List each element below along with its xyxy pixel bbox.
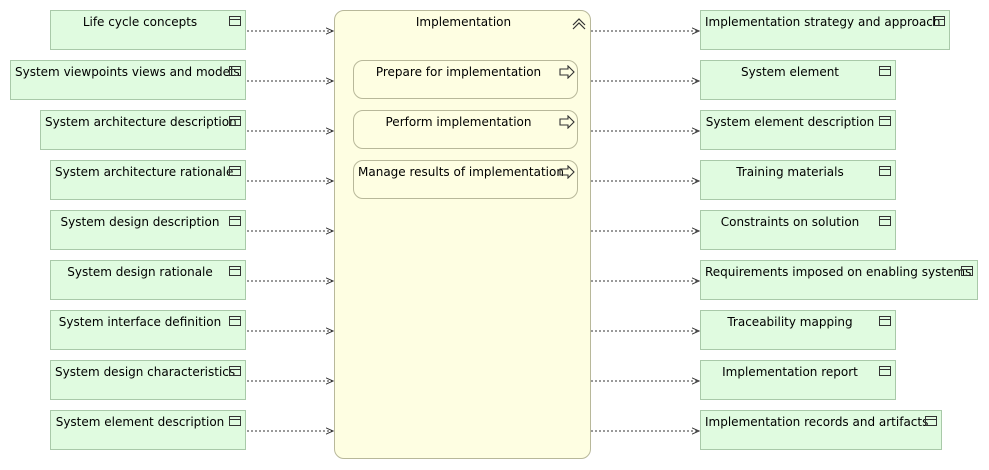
step-prepare[interactable]: Prepare for implementation: [353, 60, 578, 99]
business-object-icon: [961, 266, 973, 276]
input-system-design-rationale[interactable]: System design rationale: [50, 260, 246, 300]
business-object-icon: [879, 166, 891, 176]
output-label: Training materials: [736, 165, 844, 179]
process-implementation[interactable]: Implementation Prepare for implementatio…: [334, 10, 591, 459]
process-chevron-icon: [572, 18, 586, 30]
business-object-icon: [879, 66, 891, 76]
process-arrow-icon: [559, 115, 575, 129]
business-object-icon: [879, 316, 891, 326]
business-object-icon: [229, 266, 241, 276]
input-system-interface-definition[interactable]: System interface definition: [50, 310, 246, 350]
output-constraints-on-solution[interactable]: Constraints on solution: [700, 210, 896, 250]
output-label: Constraints on solution: [720, 215, 860, 229]
business-object-icon: [229, 116, 241, 126]
input-life-cycle-concepts[interactable]: Life cycle concepts: [50, 10, 246, 50]
output-implementation-report[interactable]: Implementation report: [700, 360, 896, 400]
input-label: System architecture description: [45, 115, 237, 129]
output-implementation-records[interactable]: Implementation records and artifacts: [700, 410, 942, 450]
output-label: Requirements imposed on enabling systems: [705, 265, 972, 279]
input-label: System viewpoints views and models: [15, 65, 240, 79]
output-label: System element: [740, 65, 840, 79]
output-label: Implementation report: [722, 365, 858, 379]
business-object-icon: [933, 16, 945, 26]
process-arrow-icon: [559, 165, 575, 179]
output-traceability-mapping[interactable]: Traceability mapping: [700, 310, 896, 350]
process-arrow-icon: [559, 65, 575, 79]
business-object-icon: [229, 316, 241, 326]
output-label: Implementation records and artifacts: [705, 415, 929, 429]
output-training-materials[interactable]: Training materials: [700, 160, 896, 200]
input-label: System architecture rationale: [55, 165, 234, 179]
output-requirements-enabling-systems[interactable]: Requirements imposed on enabling systems: [700, 260, 978, 300]
output-label: System element description: [705, 115, 875, 129]
business-object-icon: [879, 116, 891, 126]
input-system-architecture-description[interactable]: System architecture description: [40, 110, 246, 150]
business-object-icon: [229, 416, 241, 426]
output-label: Implementation strategy and approach: [705, 15, 941, 29]
output-system-element-description[interactable]: System element description: [700, 110, 896, 150]
input-label: Life cycle concepts: [82, 15, 198, 29]
input-system-design-characteristics[interactable]: System design characteristics: [50, 360, 246, 400]
input-label: System element description: [55, 415, 225, 429]
input-system-design-description[interactable]: System design description: [50, 210, 246, 250]
business-object-icon: [229, 216, 241, 226]
output-label: Traceability mapping: [727, 315, 853, 329]
business-object-icon: [229, 166, 241, 176]
business-object-icon: [879, 366, 891, 376]
output-implementation-strategy[interactable]: Implementation strategy and approach: [700, 10, 950, 50]
step-perform[interactable]: Perform implementation: [353, 110, 578, 149]
step-label: Perform implementation: [385, 115, 532, 129]
business-object-icon: [229, 16, 241, 26]
step-label: Manage results of implementation: [358, 165, 564, 179]
business-object-icon: [925, 416, 937, 426]
business-object-icon: [229, 66, 241, 76]
input-system-architecture-rationale[interactable]: System architecture rationale: [50, 160, 246, 200]
business-object-icon: [879, 216, 891, 226]
input-label: System design characteristics: [55, 365, 236, 379]
input-label: System design rationale: [67, 265, 213, 279]
input-label: System design description: [60, 215, 220, 229]
process-title: Implementation: [415, 15, 512, 29]
input-system-viewpoints[interactable]: System viewpoints views and models: [10, 60, 246, 100]
step-manage-results[interactable]: Manage results of implementation: [353, 160, 578, 199]
input-label: System interface definition: [58, 315, 222, 329]
input-system-element-description[interactable]: System element description: [50, 410, 246, 450]
step-label: Prepare for implementation: [375, 65, 542, 79]
business-object-icon: [229, 366, 241, 376]
output-system-element[interactable]: System element: [700, 60, 896, 100]
